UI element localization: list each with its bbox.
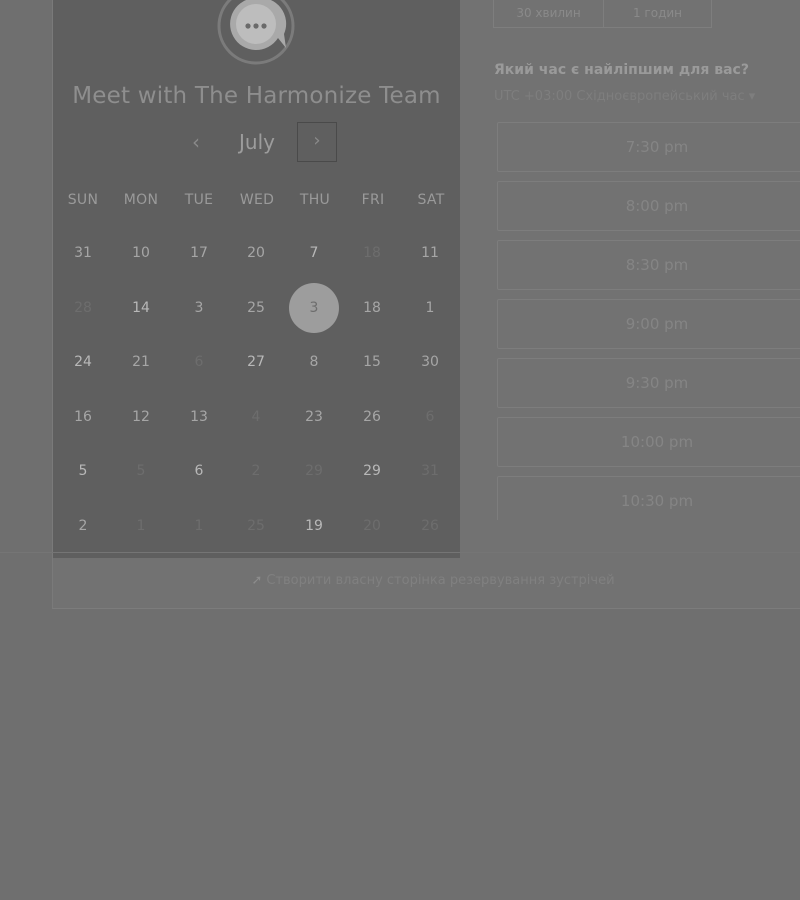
calendar-day[interactable]: 6: [174, 446, 224, 496]
weekday-sat: SAT: [417, 192, 445, 208]
calendar-day[interactable]: 2: [58, 501, 108, 551]
calendar-day[interactable]: 3: [174, 283, 224, 333]
calendar-day[interactable]: 30: [405, 337, 455, 387]
calendar-day[interactable]: 7: [289, 228, 339, 278]
time-slot[interactable]: 10:30 pm: [497, 476, 800, 520]
next-month-button[interactable]: ›: [297, 122, 337, 162]
arrow-icon: ➚: [251, 573, 263, 588]
time-slot-label: 9:00 pm: [625, 315, 689, 333]
time-slot[interactable]: 7:30 pm: [497, 122, 800, 172]
calendar-day: 6: [194, 354, 204, 370]
calendar-day[interactable]: 29: [347, 446, 397, 496]
weekday-fri: FRI: [361, 192, 385, 208]
chat-bubble-icon: [217, 0, 295, 65]
calendar-day[interactable]: 18: [347, 283, 397, 333]
weekday-thu: THU: [299, 192, 331, 208]
time-slot[interactable]: 9:00 pm: [497, 299, 800, 349]
calendar-day[interactable]: 1: [405, 283, 455, 333]
weekday-tue: TUE: [184, 192, 214, 208]
calendar-day[interactable]: 14: [116, 283, 166, 333]
month-label: July: [239, 130, 275, 154]
calendar-day[interactable]: 26: [347, 392, 397, 442]
time-slot-label: 9:30 pm: [625, 374, 689, 392]
create-booking-page-link[interactable]: ➚ Створити власну сторінка резервування з…: [53, 573, 800, 588]
calendar-day: 2: [251, 463, 261, 479]
calendar-day[interactable]: 31: [58, 228, 108, 278]
calendar-day[interactable]: 19: [289, 501, 339, 551]
calendar-day[interactable]: 16: [58, 392, 108, 442]
time-slot[interactable]: 8:30 pm: [497, 240, 800, 290]
time-slot-label: 10:30 pm: [620, 492, 694, 510]
calendar-day: 1: [194, 518, 204, 534]
calendar-day: 1: [136, 518, 146, 534]
time-slot[interactable]: 8:00 pm: [497, 181, 800, 231]
calendar-day: 6: [425, 409, 435, 425]
weekday-sun: SUN: [67, 192, 99, 208]
calendar-day[interactable]: 15: [347, 337, 397, 387]
chevron-left-icon: ‹: [192, 130, 200, 154]
calendar-day: 20: [363, 518, 381, 534]
calendar-day[interactable]: 17: [174, 228, 224, 278]
calendar-day: 28: [74, 300, 92, 316]
calendar-day[interactable]: 27: [231, 337, 281, 387]
page-title: Meet with The Harmonize Team: [72, 83, 441, 109]
calendar-day[interactable]: 24: [58, 337, 108, 387]
chevron-right-icon: ›: [313, 130, 321, 151]
calendar-day[interactable]: 10: [116, 228, 166, 278]
calendar-day: 18: [363, 245, 381, 261]
time-slot[interactable]: 9:30 pm: [497, 358, 800, 408]
calendar-day: 31: [421, 463, 439, 479]
time-slot-label: 8:30 pm: [625, 256, 689, 274]
weekday-mon: MON: [123, 192, 159, 208]
prev-month-button[interactable]: ‹: [181, 128, 211, 158]
time-slot[interactable]: 10:00 pm: [497, 417, 800, 467]
calendar-day[interactable]: 11: [405, 228, 455, 278]
calendar-day: 4: [251, 409, 261, 425]
calendar-day: 26: [421, 518, 439, 534]
page: Meet with The Harmonize Team ‹ July › SU…: [0, 0, 800, 900]
time-slot-label: 8:00 pm: [625, 197, 689, 215]
calendar-day: 29: [305, 463, 323, 479]
selected-day[interactable]: 3: [289, 283, 339, 333]
calendar-day: 25: [247, 518, 265, 534]
tab-30-minutes[interactable]: 30 хвилин: [493, 0, 604, 28]
calendar-day: 5: [136, 463, 146, 479]
calendar-day[interactable]: 5: [58, 446, 108, 496]
tab-1-hour[interactable]: 1 годин: [603, 0, 712, 28]
footer-link-text: Створити власну сторінка резервування зу…: [266, 573, 615, 588]
divider: [0, 552, 800, 553]
calendar-day[interactable]: 21: [116, 337, 166, 387]
time-slot-label: 10:00 pm: [620, 433, 694, 451]
calendar-day[interactable]: 25: [231, 283, 281, 333]
calendar-day[interactable]: 12: [116, 392, 166, 442]
weekday-wed: WED: [239, 192, 275, 208]
time-slot-label: 7:30 pm: [625, 138, 689, 156]
calendar-day[interactable]: 13: [174, 392, 224, 442]
calendar-day[interactable]: 20: [231, 228, 281, 278]
time-picker-heading: Який час є найліпшим для вас?: [494, 62, 749, 78]
time-slot-list[interactable]: 7:30 pm 8:00 pm 8:30 pm 9:00 pm 9:30 pm 10:00…: [497, 122, 800, 520]
calendar-day[interactable]: 23: [289, 392, 339, 442]
calendar-day[interactable]: 8: [289, 337, 339, 387]
timezone-select[interactable]: UTC +03:00 Східноєвропейський час ▾: [494, 89, 755, 104]
